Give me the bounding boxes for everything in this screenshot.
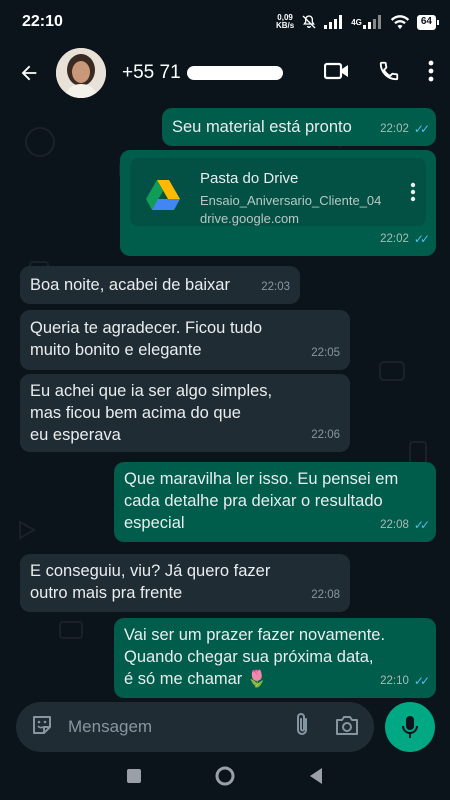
message-line: Eu achei que ia ser algo simples, <box>30 382 273 400</box>
more-options-button[interactable] <box>428 60 434 87</box>
voice-call-button[interactable] <box>378 60 400 87</box>
read-ticks-icon: ✓✓ <box>413 232 430 246</box>
voice-message-button[interactable] <box>385 702 435 752</box>
message-input[interactable]: Mensagem <box>16 702 374 752</box>
avatar[interactable] <box>56 48 106 98</box>
message-line: Que maravilha ler isso. Eu pensei em <box>124 470 399 488</box>
message-composer: Mensagem <box>0 700 450 756</box>
google-drive-icon <box>146 180 180 210</box>
network-speed: 0,09 KB/s <box>276 14 294 30</box>
message-line: muito bonito e elegante <box>30 341 202 359</box>
message-time: 22:02 <box>380 123 409 135</box>
message-incoming[interactable]: Eu achei que ia ser algo simples, mas fi… <box>20 374 350 452</box>
message-outgoing[interactable]: Vai ser um prazer fazer novamente. Quand… <box>114 618 436 698</box>
message-line: Vai ser um prazer fazer novamente. <box>124 626 386 644</box>
message-incoming[interactable]: Boa noite, acabei de baixar 22:03 <box>20 266 300 304</box>
square-icon <box>127 768 141 783</box>
message-time: 22:10 <box>380 675 409 687</box>
message-meta: 22:05 <box>311 342 340 364</box>
contact-photo <box>56 48 106 98</box>
microphone-icon <box>402 716 418 738</box>
arrow-left-icon <box>21 65 37 81</box>
drive-link-card[interactable]: Pasta do Drive Ensaio_Aniversario_Client… <box>130 158 426 226</box>
message-meta: 22:02 ✓✓ <box>380 118 430 140</box>
chat-header: +55 71 <box>0 44 450 102</box>
message-meta: 22:10 ✓✓ <box>380 670 430 692</box>
network-speed-unit: KB/s <box>275 21 295 30</box>
triangle-back-icon <box>310 767 322 784</box>
message-outgoing[interactable]: Que maravilha ler isso. Eu pensei em cad… <box>114 462 436 542</box>
message-meta: 22:06 <box>311 424 340 446</box>
message-placeholder: Mensagem <box>68 717 153 736</box>
status-bar: 22:10 0,09 KB/s 4G 64 <box>0 0 450 44</box>
drive-card-title: Pasta do Drive <box>200 170 299 187</box>
system-nav-bar <box>0 756 450 800</box>
camera-button[interactable] <box>334 714 360 741</box>
drive-card-url: drive.google.com <box>200 211 299 226</box>
message-line: Quando chegar sua próxima data, <box>124 648 374 666</box>
video-camera-icon <box>323 62 348 79</box>
status-time: 22:10 <box>22 13 63 30</box>
message-line: outro mais pra frente <box>30 584 183 602</box>
signal-4g-icon: 4G <box>351 15 383 29</box>
message-time: 22:05 <box>311 347 340 359</box>
signal-icon <box>324 15 344 29</box>
message-outgoing-drive[interactable]: Pasta do Drive Ensaio_Aniversario_Client… <box>120 150 436 256</box>
more-vertical-icon <box>410 182 416 202</box>
redacted-number <box>186 66 283 80</box>
sticker-icon <box>33 715 51 734</box>
camera-icon <box>336 715 358 735</box>
message-line: eu esperava <box>30 426 121 444</box>
read-ticks-icon: ✓✓ <box>413 122 430 136</box>
paperclip-icon <box>297 712 307 735</box>
network-type: 4G <box>351 17 362 27</box>
message-incoming[interactable]: E conseguiu, viu? Já quero fazer outro m… <box>20 554 350 612</box>
read-ticks-icon: ✓✓ <box>413 518 430 532</box>
message-meta: 22:03 <box>261 276 290 298</box>
message-meta: 22:02 ✓✓ <box>380 228 430 250</box>
drive-card-menu-button[interactable] <box>410 182 416 208</box>
back-button[interactable] <box>16 60 42 86</box>
video-call-button[interactable] <box>323 60 350 87</box>
message-text: Boa noite, acabei de baixar <box>30 276 230 294</box>
chat-area[interactable]: Seu material está pronto 22:02 ✓✓ Pasta d… <box>0 102 450 700</box>
read-ticks-icon: ✓✓ <box>413 674 430 688</box>
message-time: 22:08 <box>380 519 409 531</box>
message-text: Seu material está pronto <box>172 118 352 136</box>
message-time: 22:08 <box>311 589 340 601</box>
contact-name[interactable]: +55 71 <box>122 62 283 84</box>
message-meta: 22:08 <box>311 584 340 606</box>
message-outgoing[interactable]: Seu material está pronto 22:02 ✓✓ <box>162 108 436 146</box>
contact-number: +55 71 <box>122 62 181 83</box>
message-line: mas ficou bem acima do que <box>30 404 241 422</box>
message-time: 22:02 <box>380 233 409 245</box>
back-nav-button[interactable] <box>308 767 324 790</box>
message-time: 22:06 <box>311 429 340 441</box>
message-line: Queria te agradecer. Ficou tudo <box>30 319 263 337</box>
circle-icon <box>215 766 235 785</box>
sticker-button[interactable] <box>30 713 54 742</box>
message-incoming[interactable]: Queria te agradecer. Ficou tudo muito bo… <box>20 310 350 370</box>
message-meta: 22:08 ✓✓ <box>380 514 430 536</box>
home-button[interactable] <box>214 765 236 792</box>
recents-button[interactable] <box>126 768 142 789</box>
phone-icon <box>379 61 399 80</box>
message-line: cada detalhe pra deixar o resultado <box>124 492 383 510</box>
mute-icon <box>301 14 317 30</box>
more-vertical-icon <box>428 60 434 81</box>
message-time: 22:03 <box>261 281 290 293</box>
status-icons: 0,09 KB/s 4G 64 <box>276 14 440 30</box>
attach-button[interactable] <box>294 712 310 743</box>
wifi-icon <box>390 14 410 30</box>
battery-icon: 64 <box>416 14 440 30</box>
message-line: E conseguiu, viu? Já quero fazer <box>30 562 271 580</box>
